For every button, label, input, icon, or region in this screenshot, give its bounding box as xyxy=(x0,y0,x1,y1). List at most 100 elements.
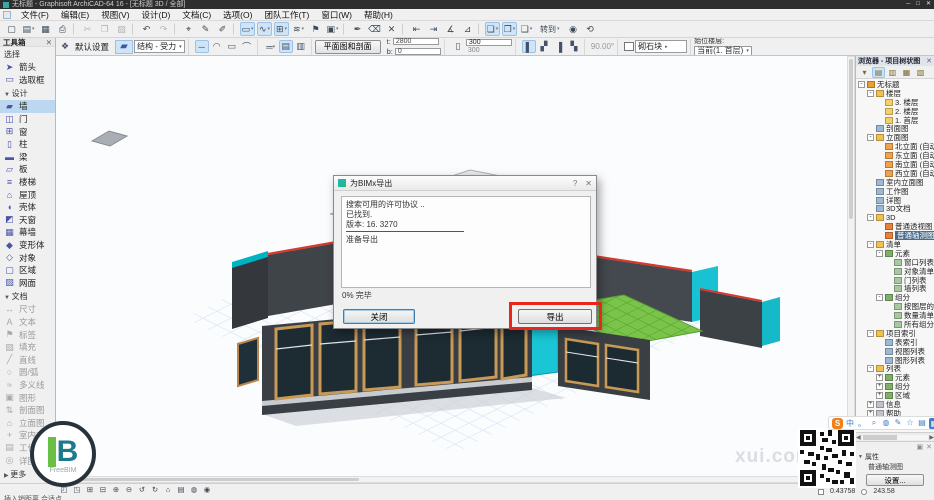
dialog-help-icon[interactable]: ? xyxy=(573,179,577,188)
wall-preview-icon[interactable]: ▰ xyxy=(115,40,133,54)
tree-item[interactable]: 3. 楼层 xyxy=(856,98,934,107)
tool-arrow[interactable]: ➤箭头 xyxy=(0,61,55,74)
tree-item[interactable]: 剖面图 xyxy=(856,124,934,133)
tree-expander-icon[interactable]: + xyxy=(876,392,883,399)
wall-top-input[interactable]: 2800 xyxy=(393,38,439,45)
tree-expander-icon[interactable]: - xyxy=(867,330,874,337)
scroll-left-icon[interactable]: ◀ xyxy=(856,434,861,441)
tool-figure[interactable]: ▣图形 xyxy=(0,391,55,404)
tool-beam[interactable]: ▬梁 xyxy=(0,151,55,164)
structure-select[interactable]: 结构 - 受力▾ xyxy=(134,40,185,53)
tool-window[interactable]: ⊞窗 xyxy=(0,125,55,138)
toolbar-icon[interactable] xyxy=(73,23,77,35)
tree-expander-icon[interactable]: + xyxy=(867,401,874,408)
props-close[interactable]: ✕ xyxy=(926,443,932,451)
tool-stair[interactable]: ≡楼梯 xyxy=(0,176,55,189)
scroll-right-icon[interactable]: ▶ xyxy=(929,434,934,441)
tool-slab[interactable]: ▱板 xyxy=(0,163,55,176)
geometry-chained[interactable]: ▭ xyxy=(225,40,239,53)
tree-item[interactable]: 表索引 xyxy=(856,338,934,347)
window-3d[interactable]: ❐ xyxy=(502,22,517,36)
tree-item[interactable]: + 区域 xyxy=(856,391,934,400)
tree-expander-icon[interactable]: - xyxy=(876,250,883,257)
ime-search[interactable]: ⌕ xyxy=(869,418,879,429)
tree-expander-icon[interactable]: - xyxy=(876,294,883,301)
tree-item[interactable]: - 列表 xyxy=(856,365,934,374)
tool-zone[interactable]: ▢区域 xyxy=(0,264,55,277)
tree-item[interactable]: - 组分 xyxy=(856,293,934,302)
thickness-input[interactable]: 300 xyxy=(466,39,512,47)
tool-dimension[interactable]: ↔尺寸 xyxy=(0,303,55,316)
tool-marquee[interactable]: ▭选取框 xyxy=(0,74,55,87)
increase-zoom[interactable]: ⊕ xyxy=(110,485,122,494)
menu-item[interactable]: 帮助(H) xyxy=(358,9,399,21)
tool-skylight[interactable]: ◩天窗 xyxy=(0,214,55,227)
tree-item[interactable]: 南立面 (自动.. xyxy=(856,160,934,169)
inject-parameters[interactable]: ✐ xyxy=(215,22,230,36)
ime-punctuation[interactable]: 。 xyxy=(857,418,867,429)
menu-item[interactable]: 窗口(W) xyxy=(315,9,358,21)
menu-item[interactable]: 编辑(E) xyxy=(55,9,95,21)
tree-item[interactable]: 墙列表 xyxy=(856,284,934,293)
ime-handwriting[interactable]: ✎ xyxy=(893,418,903,429)
delete[interactable]: ✕ xyxy=(384,22,399,36)
tab-overview[interactable]: ▤ xyxy=(175,485,187,494)
tree-item[interactable]: 按图层的组分 xyxy=(856,302,934,311)
toolbar-icon[interactable] xyxy=(343,23,347,35)
menu-item[interactable]: 文档(C) xyxy=(176,9,217,21)
wall-profile-bottom[interactable]: ▥ xyxy=(294,40,308,53)
ime-cn-en[interactable]: 中 xyxy=(845,418,855,429)
go-to[interactable]: 转到 xyxy=(536,22,564,36)
zoom-out[interactable]: ⊟ xyxy=(97,485,109,494)
grid-snap[interactable]: ⊞ xyxy=(274,22,289,36)
cut[interactable]: ✂ xyxy=(80,22,95,36)
tool-wall[interactable]: ▰墙 xyxy=(0,100,55,113)
layout-book[interactable]: ▦ xyxy=(900,67,913,78)
walk-through[interactable]: ⟲ xyxy=(583,22,598,36)
plan-section-button[interactable]: 平面图和剖面 xyxy=(315,40,381,54)
toolbox-section-design[interactable]: 设计 xyxy=(0,86,55,100)
tree-expander-icon[interactable]: - xyxy=(867,241,874,248)
measure[interactable]: ∡ xyxy=(443,22,458,36)
wall-profile-top[interactable]: ▤ xyxy=(279,40,293,53)
dialog-close-button[interactable]: 关闭 xyxy=(343,309,415,324)
print[interactable]: ⎙ xyxy=(55,22,70,36)
settings-button[interactable]: 设置... xyxy=(866,474,924,486)
marquee[interactable]: ▭ xyxy=(240,22,255,36)
project-map[interactable]: ▤ xyxy=(872,67,885,78)
toolbar-icon[interactable] xyxy=(233,23,237,35)
geometry-curved[interactable]: ◠ xyxy=(210,40,224,53)
align-left[interactable]: ⇤ xyxy=(409,22,424,36)
window-section[interactable]: ❑ xyxy=(519,22,534,36)
flag[interactable]: ⚑ xyxy=(308,22,323,36)
zoom-in[interactable]: ⊞ xyxy=(84,485,96,494)
wall-complexity[interactable]: ═ xyxy=(264,40,278,53)
rotate-view[interactable]: ↻ xyxy=(149,485,161,494)
tree-item[interactable]: 2. 楼层 xyxy=(856,107,934,116)
navigator-dropdown[interactable]: ▾ xyxy=(858,67,871,78)
tool-label[interactable]: ⚑标签 xyxy=(0,328,55,341)
redo[interactable]: ↷ xyxy=(156,22,171,36)
tree-expander-icon[interactable]: - xyxy=(858,81,865,88)
refline-outside[interactable]: ▌ xyxy=(522,40,536,53)
tree-item[interactable]: 对象清单 xyxy=(856,267,934,276)
refline-inside[interactable]: ▐ xyxy=(552,40,566,53)
minimize-button[interactable]: ─ xyxy=(906,0,910,9)
tree-item[interactable]: 室内立面图 xyxy=(856,178,934,187)
align-right[interactable]: ⇥ xyxy=(426,22,441,36)
tree-item[interactable]: - 立面图 xyxy=(856,133,934,142)
tree-expander-icon[interactable]: - xyxy=(867,134,874,141)
ime-skin[interactable]: ◍ xyxy=(881,418,891,429)
tool-door[interactable]: ◫门 xyxy=(0,113,55,126)
refline-center[interactable]: ▞ xyxy=(537,40,551,53)
navigator-hscrollbar[interactable]: ◀ ▶ xyxy=(856,432,934,441)
tree-item[interactable]: - 3D xyxy=(856,213,934,222)
zoom-window[interactable]: ◳ xyxy=(71,485,83,494)
window-floor-plan[interactable]: ❏ xyxy=(485,22,500,36)
copy[interactable]: ❐ xyxy=(97,22,112,36)
tree-item[interactable]: - 清单 xyxy=(856,240,934,249)
tree-root[interactable]: - 无标题 xyxy=(856,80,934,89)
tool-polyline[interactable]: ≈多义线 xyxy=(0,379,55,392)
layer-settings[interactable]: ▣ xyxy=(325,22,340,36)
pen-sets[interactable]: ✒ xyxy=(350,22,365,36)
